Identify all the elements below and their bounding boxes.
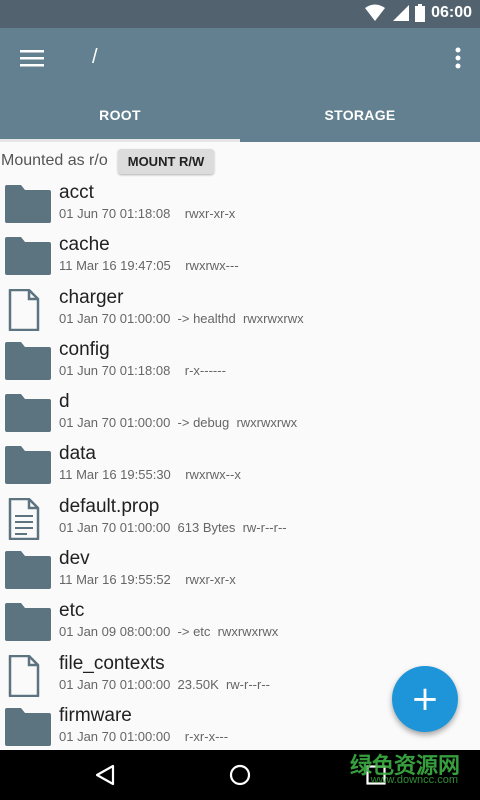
file-name: etc — [59, 600, 85, 622]
back-icon[interactable] — [94, 764, 116, 786]
file-meta: 01 Jun 70 01:18:08 rwxr-xr-x — [59, 206, 236, 221]
current-path: / — [92, 46, 98, 68]
folder-icon — [4, 341, 52, 381]
mount-rw-button[interactable]: MOUNT R/W — [117, 148, 215, 174]
file-name: dev — [59, 548, 90, 570]
file-meta: 11 Mar 16 19:55:30 rwxrwx--x — [59, 467, 241, 483]
file-meta: 01 Jan 70 01:00:00 23.50K rw-r--r-- — [59, 676, 270, 692]
file-meta: 01 Jan 70 01:00:00 r-xr-x--- — [59, 728, 229, 744]
status-bar: 06:00 — [0, 0, 480, 28]
file-list-item[interactable]: d 01 Jan 70 01:00:00 -> debug rwxrwxrwx — [0, 387, 480, 439]
file-meta: 01 Jan 70 01:00:00 -> debug rwxrwxrwx — [59, 415, 298, 431]
file-meta: 11 Mar 16 19:47:05 rwxrwx--- — [59, 258, 239, 274]
file-name: file_contexts — [59, 652, 165, 674]
folder-icon — [4, 550, 52, 590]
app-toolbar: / — [0, 28, 480, 88]
file-meta: 01 Jan 70 01:00:00 -> healthd rwxrwxrwx — [59, 310, 304, 326]
tab-bar: ROOT STORAGE — [0, 88, 480, 142]
file-name: firmware — [59, 704, 132, 726]
text-file-icon — [0, 497, 48, 541]
file-list-item[interactable]: etc 01 Jan 09 08:00:00 -> etc rwxrwxrwx — [0, 596, 480, 648]
folder-icon — [4, 236, 52, 276]
file-list-item[interactable]: acct 01 Jun 70 01:18:08 rwxr-xr-x — [0, 178, 480, 230]
hamburger-menu-icon[interactable] — [20, 46, 46, 70]
file-name: data — [59, 443, 96, 465]
tab-root[interactable]: ROOT — [0, 88, 240, 142]
file-list-item[interactable]: default.prop 01 Jan 70 01:00:00 613 Bytes… — [0, 492, 480, 544]
add-fab-button[interactable]: + — [392, 666, 458, 732]
mount-row: Mounted as r/o MOUNT R/W — [0, 144, 480, 178]
file-icon — [0, 654, 48, 697]
battery-icon — [415, 4, 426, 22]
file-list-item[interactable]: cache 11 Mar 16 19:47:05 rwxrwx--- — [0, 230, 480, 282]
tab-storage[interactable]: STORAGE — [240, 88, 480, 142]
more-vert-icon[interactable] — [452, 46, 464, 70]
folder-icon — [4, 707, 52, 747]
file-list-item[interactable]: data 11 Mar 16 19:55:30 rwxrwx--x — [0, 439, 480, 491]
file-name: charger — [59, 286, 124, 308]
folder-icon — [4, 445, 52, 485]
file-name: d — [59, 391, 70, 413]
file-list-item[interactable]: charger 01 Jan 70 01:00:00 -> healthd rwx… — [0, 283, 480, 335]
file-name: default.prop — [59, 495, 160, 517]
folder-icon — [4, 184, 52, 224]
file-meta: 01 Jun 70 01:18:08 r-x------ — [59, 362, 226, 378]
file-name: cache — [59, 234, 110, 256]
folder-icon — [4, 393, 52, 433]
file-list-item[interactable]: dev 11 Mar 16 19:55:52 rwxr-xr-x — [0, 544, 480, 596]
status-time: 06:00 — [431, 4, 472, 21]
status-icons: 06:00 — [365, 4, 472, 22]
file-list: acct 01 Jun 70 01:18:08 rwxr-xr-x cache 11 … — [0, 178, 480, 753]
file-name: config — [59, 338, 110, 360]
watermark-url: www.downcc.com — [370, 774, 458, 786]
file-list-item[interactable]: config 01 Jun 70 01:18:08 r-x------ — [0, 335, 480, 387]
file-meta: 11 Mar 16 19:55:52 rwxr-xr-x — [59, 572, 236, 588]
file-icon — [0, 288, 48, 331]
wifi-icon — [365, 4, 386, 21]
signal-icon — [393, 5, 410, 21]
mount-status-label: Mounted as r/o — [1, 152, 108, 169]
add-icon: + — [410, 679, 440, 719]
file-name: acct — [59, 182, 94, 203]
home-icon[interactable] — [229, 764, 251, 786]
file-meta: 01 Jan 09 08:00:00 -> etc rwxrwxrwx — [59, 624, 279, 640]
folder-icon — [4, 602, 52, 642]
file-meta: 01 Jan 70 01:00:00 613 Bytes rw-r--r-- — [59, 519, 287, 535]
